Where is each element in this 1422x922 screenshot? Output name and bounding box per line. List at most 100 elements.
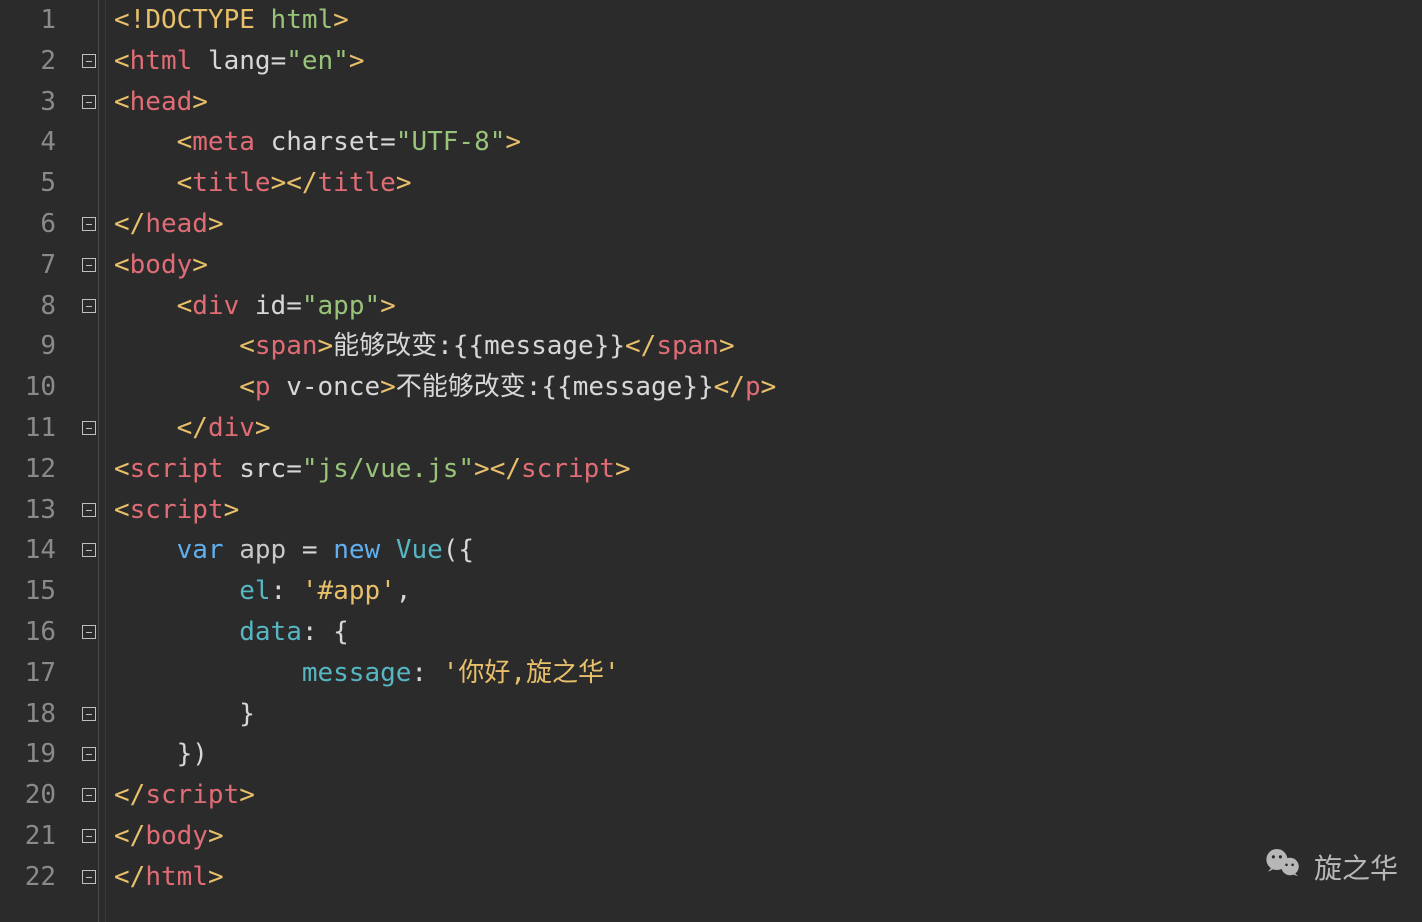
code-token: "app" — [302, 291, 380, 321]
code-token: < — [114, 495, 130, 525]
code-token: > — [474, 454, 490, 484]
code-token: < — [177, 127, 193, 157]
line-number: 2 — [0, 41, 56, 82]
code-token: > — [318, 331, 334, 361]
code-line[interactable]: <script src="js/vue.js"></script> — [114, 449, 1422, 490]
code-token: script — [145, 780, 239, 810]
code-token: < — [114, 454, 130, 484]
code-token: <! — [114, 5, 145, 35]
line-number-gutter: 12345678910111213141516171819202122 — [0, 0, 70, 922]
code-line[interactable]: <!DOCTYPE html> — [114, 0, 1422, 41]
code-token: , — [396, 576, 412, 606]
fold-open-icon[interactable] — [82, 95, 96, 109]
code-line[interactable]: var app = new Vue({ — [114, 530, 1422, 571]
code-token: = — [271, 46, 287, 76]
line-number: 16 — [0, 612, 56, 653]
code-token: > — [719, 331, 735, 361]
fold-open-icon[interactable] — [82, 299, 96, 313]
fold-close-icon[interactable] — [82, 707, 96, 721]
code-token: div — [208, 413, 255, 443]
fold-open-icon[interactable] — [82, 543, 96, 557]
code-token: : — [271, 576, 302, 606]
fold-open-icon[interactable] — [82, 503, 96, 517]
line-number: 21 — [0, 816, 56, 857]
code-line[interactable]: <head> — [114, 82, 1422, 123]
code-token: p — [745, 372, 761, 402]
fold-close-icon[interactable] — [82, 870, 96, 884]
code-line[interactable]: <title></title> — [114, 163, 1422, 204]
code-line[interactable]: el: '#app', — [114, 571, 1422, 612]
code-token: var — [177, 535, 240, 565]
code-line[interactable]: </html> — [114, 857, 1422, 898]
code-token: > — [224, 495, 240, 525]
code-token: new — [333, 535, 396, 565]
code-token: < — [114, 46, 130, 76]
fold-open-icon[interactable] — [82, 258, 96, 272]
code-token: src — [239, 454, 286, 484]
code-token: charset — [271, 127, 381, 157]
code-token: < — [114, 250, 130, 280]
fold-open-icon[interactable] — [82, 625, 96, 639]
code-token: > — [505, 127, 521, 157]
code-token: ({ — [443, 535, 474, 565]
code-line[interactable]: <script> — [114, 490, 1422, 531]
code-token: : { — [302, 617, 349, 647]
code-line[interactable]: data: { — [114, 612, 1422, 653]
code-token: > — [208, 209, 224, 239]
line-number: 19 — [0, 734, 56, 775]
code-token: el — [239, 576, 270, 606]
code-token: Vue — [396, 535, 443, 565]
code-token: "UTF-8" — [396, 127, 506, 157]
code-line[interactable]: }) — [114, 734, 1422, 775]
code-line[interactable]: </div> — [114, 408, 1422, 449]
code-token: > — [192, 87, 208, 117]
code-token: = — [286, 454, 302, 484]
line-number: 14 — [0, 530, 56, 571]
fold-close-icon[interactable] — [82, 829, 96, 843]
code-token: </ — [177, 413, 208, 443]
fold-close-icon[interactable] — [82, 747, 96, 761]
code-token: "en" — [286, 46, 349, 76]
code-token: span — [255, 331, 318, 361]
code-line[interactable]: <meta charset="UTF-8"> — [114, 122, 1422, 163]
code-line[interactable]: <span>能够改变:{{message}}</span> — [114, 326, 1422, 367]
code-line[interactable]: </script> — [114, 775, 1422, 816]
line-number: 20 — [0, 775, 56, 816]
fold-open-icon[interactable] — [82, 54, 96, 68]
code-area[interactable]: <!DOCTYPE html><html lang="en"><head> <m… — [106, 0, 1422, 922]
code-token: : — [411, 658, 442, 688]
line-number: 18 — [0, 694, 56, 735]
code-token: < — [177, 168, 193, 198]
code-token: > — [761, 372, 777, 402]
code-token: > — [239, 780, 255, 810]
code-token: head — [145, 209, 208, 239]
line-number: 17 — [0, 653, 56, 694]
code-token: </ — [625, 331, 656, 361]
code-line[interactable]: } — [114, 694, 1422, 735]
code-line[interactable]: <p v-once>不能够改变:{{message}}</p> — [114, 367, 1422, 408]
code-token: </ — [114, 780, 145, 810]
line-number: 9 — [0, 326, 56, 367]
code-token: }) — [177, 739, 208, 769]
code-line[interactable]: <div id="app"> — [114, 286, 1422, 327]
fold-close-icon[interactable] — [82, 788, 96, 802]
code-token: body — [145, 821, 208, 851]
line-number: 13 — [0, 490, 56, 531]
line-number: 8 — [0, 286, 56, 327]
code-token: > — [255, 413, 271, 443]
code-line[interactable]: </body> — [114, 816, 1422, 857]
code-line[interactable]: <body> — [114, 245, 1422, 286]
code-line[interactable]: <html lang="en"> — [114, 41, 1422, 82]
fold-close-icon[interactable] — [82, 217, 96, 231]
code-line[interactable]: message: '你好,旋之华' — [114, 653, 1422, 694]
code-line[interactable]: </head> — [114, 204, 1422, 245]
fold-close-icon[interactable] — [82, 421, 96, 435]
line-number: 7 — [0, 245, 56, 286]
code-token: div — [192, 291, 255, 321]
line-number: 1 — [0, 0, 56, 41]
code-editor[interactable]: 12345678910111213141516171819202122 <!DO… — [0, 0, 1422, 922]
code-token: script — [130, 454, 240, 484]
line-number: 15 — [0, 571, 56, 612]
code-token: </ — [114, 862, 145, 892]
code-token: } — [239, 699, 255, 729]
